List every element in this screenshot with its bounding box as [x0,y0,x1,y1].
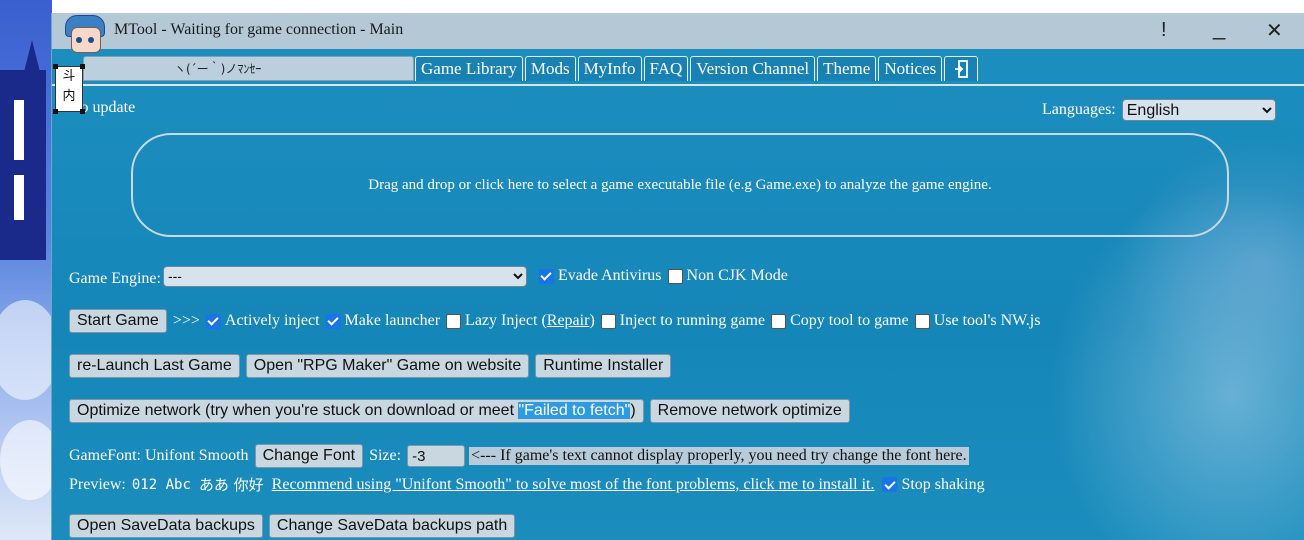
preview-row: Preview: 012 Abc ああ 你好 Recommend using "… [69,474,985,495]
desktop-background [0,0,52,540]
make-launcher-checkbox[interactable] [325,313,341,329]
repair-link[interactable]: Repair [547,312,590,330]
desktop-cloud [0,420,52,500]
language-select[interactable]: English [1121,99,1276,121]
network-row: Optimize network (try when you're stuck … [69,399,856,423]
use-nwjs-label: Use tool's NW.js [933,312,1041,329]
dropzone-text: Drag and drop or click here to select a … [368,176,992,193]
evade-antivirus-label: Evade Antivirus [557,267,662,284]
optimize-network-button[interactable]: Optimize network (try when you're stuck … [69,399,644,423]
font-size-input[interactable] [407,445,466,467]
non-cjk-checkbox[interactable] [667,268,683,284]
relaunch-button[interactable]: re-Launch Last Game [69,354,240,378]
optimize-network-label: Optimize network (try when you're stuck … [77,402,519,419]
mascot-box-text: 斗 内 [62,69,76,104]
tab-version-channel[interactable]: Version Channel [690,56,816,81]
recommend-font-link[interactable]: Recommend using "Unifont Smooth" to solv… [272,476,875,494]
tab-faq[interactable]: FAQ [643,56,689,81]
close-button[interactable]: ✕ [1266,18,1283,43]
failed-to-fetch-highlight: "Failed to fetch" [518,402,631,419]
font-hint: <--- If game's text cannot display prope… [469,447,969,465]
inject-running-label: Inject to running game [619,312,766,329]
game-font-label: GameFont: Unifont Smooth [69,447,249,464]
language-picker: Languages: English [1042,99,1276,121]
title-bar[interactable]: MTool - Waiting for game connection - Ma… [52,13,1304,49]
inject-running-checkbox[interactable] [600,313,616,329]
mascot-text-box[interactable]: 斗 内 [53,64,85,114]
launch-row: re-Launch Last Game Open "RPG Maker" Gam… [69,354,677,378]
desktop-cloud [0,300,52,400]
actively-inject-label: Actively inject [224,312,320,329]
open-savedata-backups-button[interactable]: Open SaveData backups [69,514,263,538]
start-game-button[interactable]: Start Game [69,309,167,333]
tab-bar: ヽ(´ー｀)ノﾏﾝｾｰ Game Library Mods MyInfo FAQ… [52,56,1304,86]
backup-row: Open SaveData backups Change SaveData ba… [69,514,521,538]
desktop-decoration [0,70,46,260]
actively-inject-checkbox[interactable] [205,313,221,329]
use-nwjs-checkbox[interactable] [914,313,930,329]
remove-network-optimize-button[interactable]: Remove network optimize [649,399,850,423]
open-rpg-maker-button[interactable]: Open "RPG Maker" Game on website [245,354,530,378]
mascot-avatar-icon[interactable] [61,15,109,55]
lazy-inject-label: Lazy Inject ( [465,312,547,329]
preview-label: Preview: [69,475,126,493]
lazy-inject-close: ) [589,312,595,329]
desktop-decoration [14,100,24,160]
arrow-text: >>> [172,312,200,329]
mtool-window: MTool - Waiting for game connection - Ma… [51,13,1304,540]
game-dropzone[interactable]: Drag and drop or click here to select a … [131,133,1229,237]
engine-select[interactable]: --- [162,265,527,287]
desktop-decoration [14,175,24,220]
lazy-inject-checkbox[interactable] [446,313,462,329]
stop-shaking-checkbox[interactable] [882,477,898,492]
evade-antivirus-checkbox[interactable] [538,268,554,284]
tab-notices[interactable]: Notices [878,56,943,81]
optimize-network-suffix: ) [630,402,636,419]
change-font-button[interactable]: Change Font [254,444,364,468]
engine-label: Game Engine: [69,270,161,287]
window-title: MTool - Waiting for game connection - Ma… [114,21,404,38]
tab-myinfo[interactable]: MyInfo [577,56,642,81]
make-launcher-label: Make launcher [344,312,441,329]
engine-row: Game Engine: --- Evade Antivirus Non CJK… [69,264,788,288]
preview-sample-mono: 012 Abc [131,476,191,493]
exit-door-icon [955,60,969,78]
preview-sample-cjk: ああ 你好 [198,476,264,494]
runtime-installer-button[interactable]: Runtime Installer [535,354,672,378]
marquee-text: ヽ(´ー｀)ノﾏﾝｾｰ [83,56,414,81]
font-row: GameFont: Unifont Smooth Change Font Siz… [69,444,969,468]
copy-tool-checkbox[interactable] [771,313,787,329]
start-row: Start Game >>> Actively inject Make laun… [69,309,1040,333]
info-button[interactable]: ! [1161,19,1167,42]
tab-list: Game Library Mods MyInfo FAQ Version Cha… [415,56,979,81]
tab-theme[interactable]: Theme [817,56,877,81]
non-cjk-label: Non CJK Mode [686,267,788,284]
size-label: Size: [369,447,402,464]
language-label: Languages: [1042,101,1116,118]
minimize-button[interactable]: _ [1213,15,1225,41]
tab-mods[interactable]: Mods [524,56,576,81]
tab-exit[interactable] [944,56,979,81]
change-savedata-path-button[interactable]: Change SaveData backups path [268,514,516,538]
tab-game-library[interactable]: Game Library [415,56,523,81]
stop-shaking-label: Stop shaking [901,475,985,493]
copy-tool-label: Copy tool to game [790,312,909,329]
